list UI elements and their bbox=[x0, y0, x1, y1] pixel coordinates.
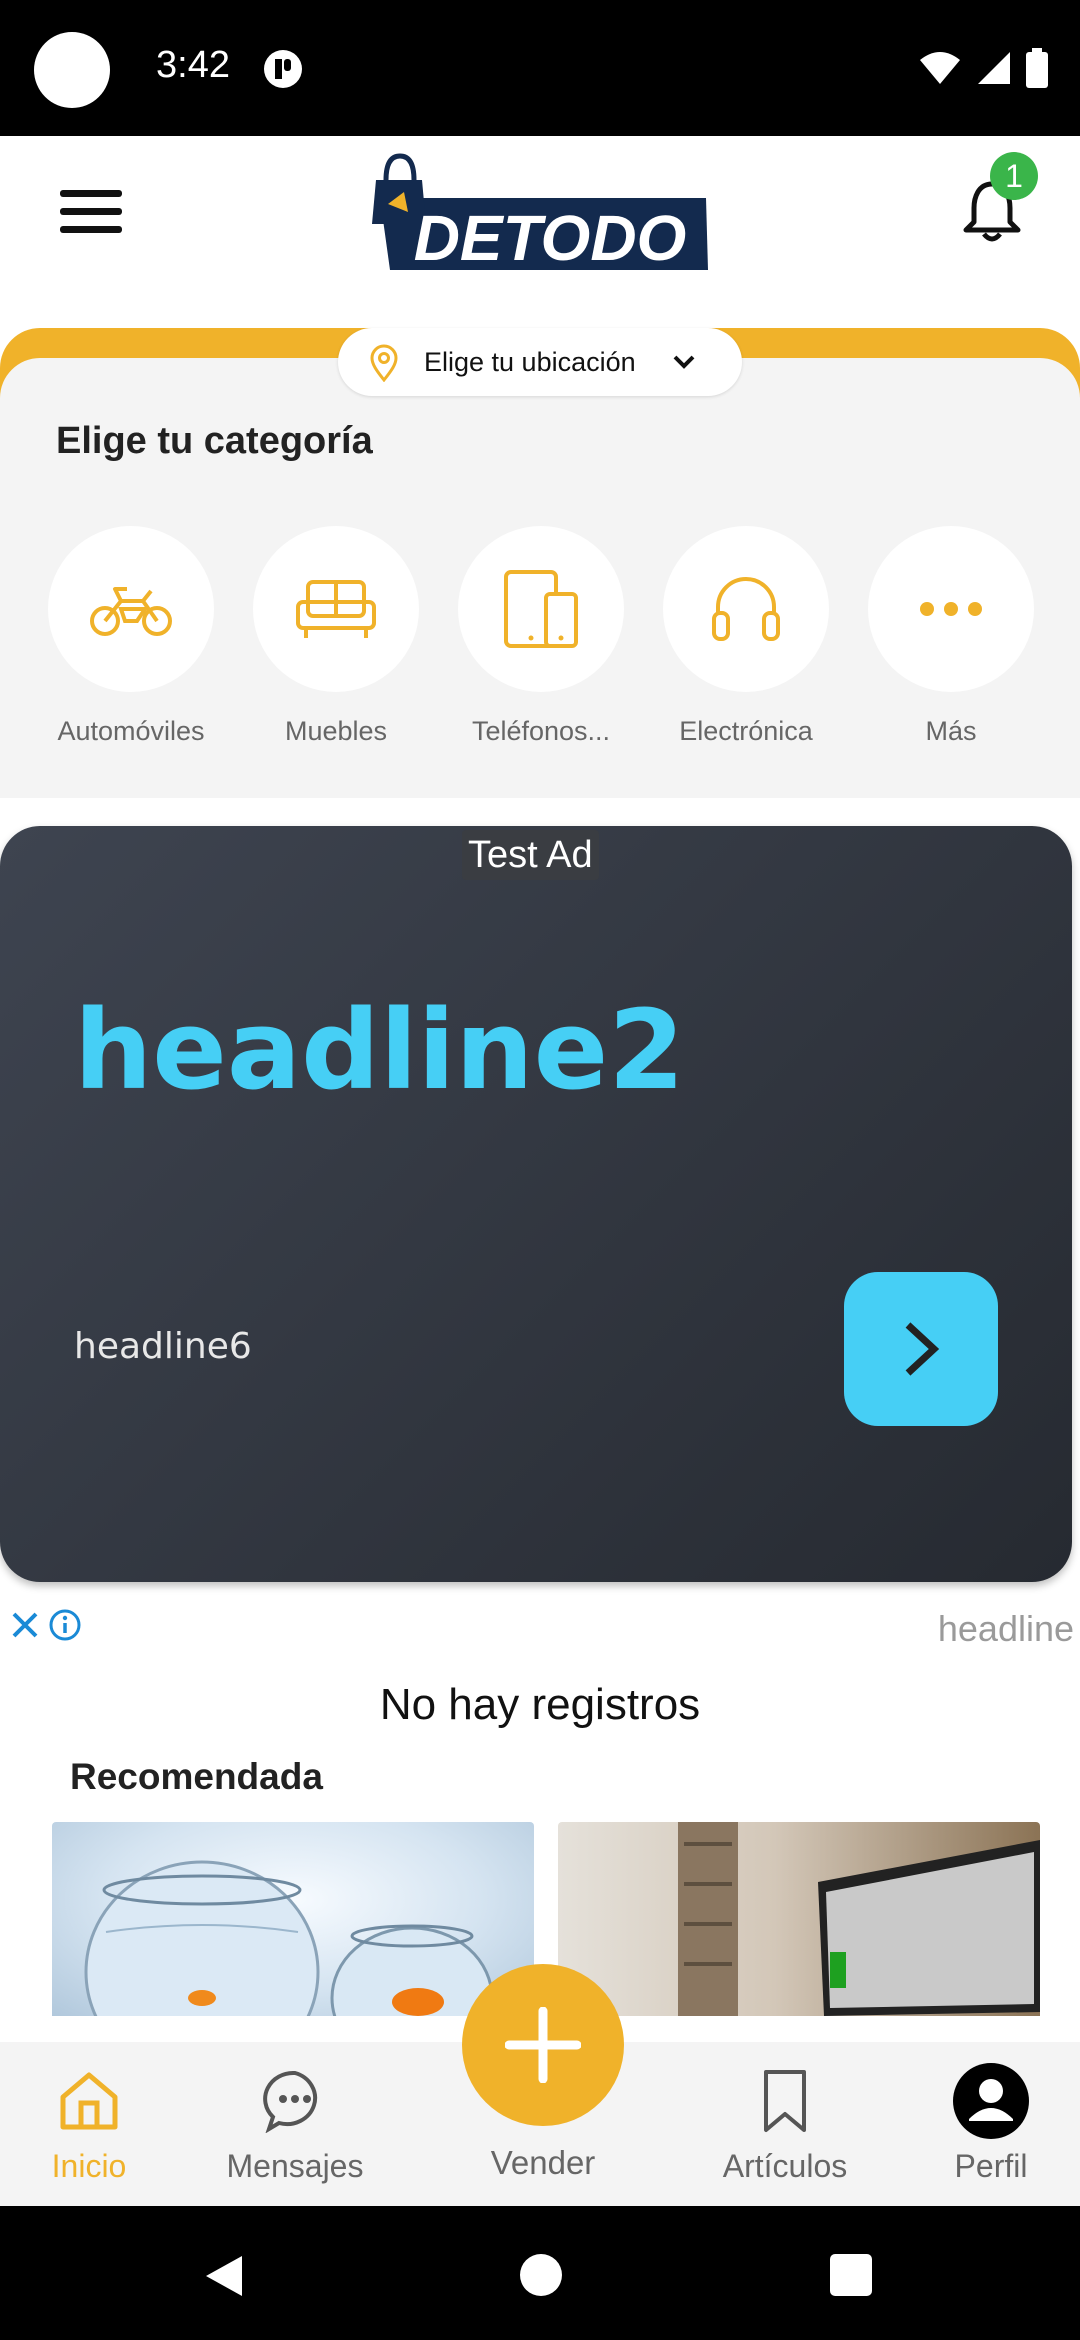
system-home-icon[interactable] bbox=[520, 2254, 562, 2296]
system-recents-icon[interactable] bbox=[830, 2254, 872, 2296]
product-card-image[interactable] bbox=[558, 1822, 1040, 2016]
section-divider bbox=[0, 798, 1080, 824]
location-label: Elige tu ubicación bbox=[424, 346, 636, 377]
bookmark-icon bbox=[764, 2070, 806, 2132]
phone-tablet-icon bbox=[504, 570, 578, 648]
more-dots-icon bbox=[920, 602, 982, 616]
location-pin-icon bbox=[370, 344, 398, 382]
system-back-icon[interactable] bbox=[200, 2252, 248, 2305]
headphones-icon bbox=[712, 577, 780, 641]
ad-footer-headline: headline bbox=[937, 1608, 1074, 1649]
plus-icon bbox=[505, 2007, 581, 2083]
home-icon bbox=[60, 2072, 118, 2130]
ad-info-icon[interactable] bbox=[48, 1608, 82, 1642]
camera-cutout bbox=[34, 32, 110, 108]
nav-perfil[interactable]: Perfil bbox=[896, 2063, 1080, 2185]
nav-label[interactable]: Vender bbox=[440, 2144, 646, 2182]
chevron-right-icon bbox=[905, 1322, 940, 1376]
sell-fab-button[interactable] bbox=[462, 1964, 624, 2126]
hamburger-menu-icon[interactable] bbox=[60, 190, 122, 240]
native-ad-card[interactable] bbox=[0, 826, 1072, 1582]
ad-close-icon[interactable] bbox=[10, 1610, 40, 1640]
notification-badge: 1 bbox=[990, 152, 1038, 200]
status-time: 3:42 bbox=[156, 44, 230, 86]
category-telefonos[interactable]: Teléfonos... bbox=[458, 526, 624, 747]
nav-mensajes[interactable]: Mensajes bbox=[200, 2066, 390, 2185]
nav-label: Perfil bbox=[954, 2148, 1028, 2184]
profile-icon bbox=[953, 2063, 1029, 2139]
battery-icon bbox=[1026, 48, 1048, 88]
category-label: Teléfonos... bbox=[471, 716, 611, 746]
ad-subline: headline6 bbox=[74, 1326, 252, 1367]
nav-label: Artículos bbox=[722, 2148, 848, 2184]
nav-inicio[interactable]: Inicio bbox=[0, 2066, 184, 2185]
nav-label: Mensajes bbox=[226, 2148, 364, 2184]
recommended-title: Recomendada bbox=[70, 1756, 323, 1797]
category-label: Electrónica bbox=[679, 716, 813, 746]
chat-bubble-icon bbox=[263, 2070, 318, 2133]
category-label: Automóviles bbox=[57, 716, 205, 746]
nav-articulos[interactable]: Artículos bbox=[690, 2066, 880, 2185]
category-label: Muebles bbox=[284, 716, 388, 746]
wifi-icon bbox=[920, 52, 960, 84]
cell-signal-icon bbox=[978, 52, 1010, 84]
category-muebles[interactable]: Muebles bbox=[253, 526, 419, 747]
category-automoviles[interactable]: Automóviles bbox=[48, 526, 214, 747]
category-title: Elige tu categoría bbox=[56, 420, 373, 462]
chevron-down-icon bbox=[673, 355, 695, 369]
nav-label: Inicio bbox=[51, 2148, 127, 2184]
category-electronica[interactable]: Electrónica bbox=[663, 526, 829, 747]
status-app-icon bbox=[264, 50, 302, 88]
status-icons bbox=[918, 44, 1048, 92]
sofa-icon bbox=[296, 580, 376, 638]
detodo-logo: DETODO bbox=[368, 152, 712, 274]
test-ad-tag: Test Ad bbox=[462, 830, 599, 880]
category-label: Más bbox=[925, 716, 977, 746]
motorcycle-icon bbox=[90, 587, 172, 636]
ad-headline[interactable]: headline2 bbox=[74, 986, 685, 1114]
logo-text: DETODO bbox=[414, 202, 687, 274]
category-mas[interactable]: Más bbox=[868, 526, 1034, 747]
empty-state-message: No hay registros bbox=[379, 1680, 701, 1729]
ad-cta-button[interactable] bbox=[844, 1272, 998, 1426]
location-selector[interactable]: Elige tu ubicación bbox=[338, 328, 742, 396]
product-card-image[interactable] bbox=[52, 1822, 534, 2016]
